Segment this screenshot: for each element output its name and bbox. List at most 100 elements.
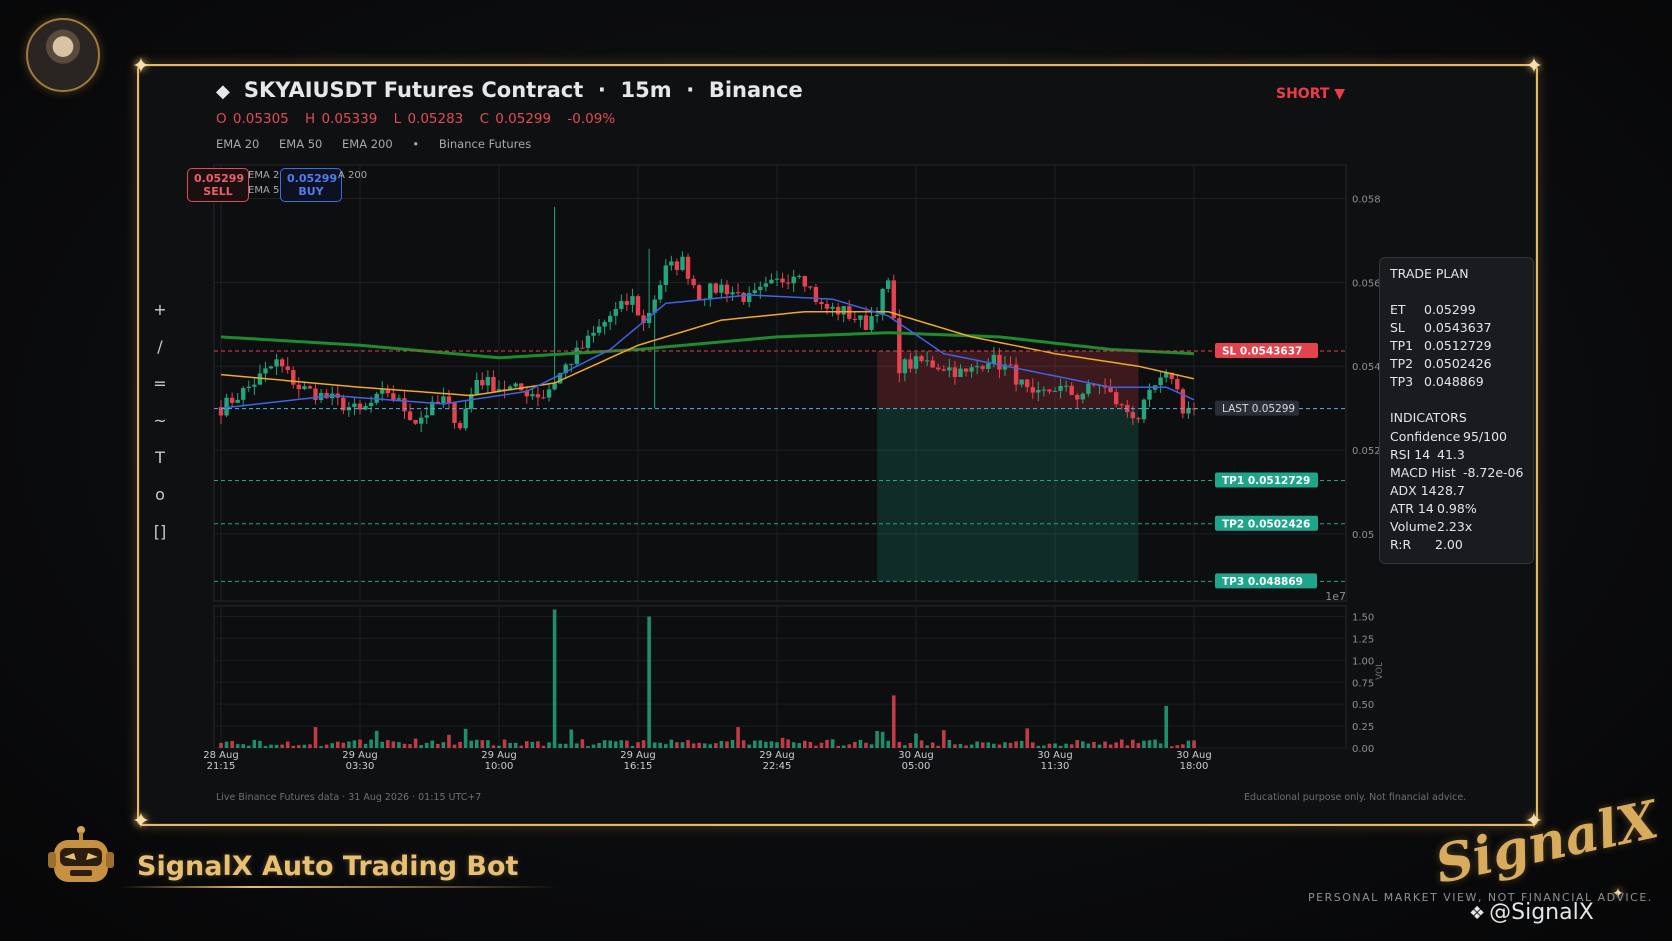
volume-bar (752, 740, 757, 748)
candle-body (980, 366, 985, 369)
candle-body (291, 369, 296, 385)
candle-body (635, 296, 641, 316)
volume-tick-label: 0.25 (1352, 722, 1374, 733)
volume-bar (1058, 745, 1063, 748)
volume-bar (552, 609, 557, 748)
candle-body (457, 423, 463, 429)
volume-bar (1064, 743, 1068, 748)
volume-bar (658, 742, 663, 748)
plan-level-et: ET 0.05299 (1390, 302, 1476, 317)
candle-body (986, 363, 991, 369)
volume-bar (664, 744, 668, 748)
volume-bar (369, 739, 373, 748)
volume-bar (374, 730, 379, 748)
candle-body (713, 283, 719, 293)
volume-bar (1003, 742, 1007, 748)
volume-bar (480, 740, 485, 748)
volume-bar (675, 742, 679, 748)
candle-body (730, 292, 735, 295)
indicator-row: Confidence 95/100 (1390, 429, 1507, 444)
candle-body (519, 383, 524, 391)
volume-bar (380, 741, 385, 748)
volume-bar (230, 740, 234, 748)
volume-bar (280, 744, 284, 748)
candle-body (252, 384, 257, 387)
candle-body (852, 318, 858, 320)
candle-body (569, 363, 574, 365)
volume-bar (1108, 744, 1113, 748)
tp2-label: TP2 0.0502426 (1222, 518, 1310, 530)
candle-body (1130, 412, 1136, 419)
sell-button[interactable]: 0.05299 SELL (187, 168, 249, 202)
candle-body (897, 318, 902, 374)
candle-body (1119, 404, 1124, 406)
volume-bar (486, 740, 490, 748)
candle-body (546, 389, 552, 398)
candle-body (785, 282, 791, 284)
volume-bar (513, 742, 518, 748)
candle-body (774, 278, 780, 280)
volume-bar (925, 745, 929, 748)
candle-body (1175, 379, 1180, 390)
volume-bar (452, 744, 457, 748)
plan-level-tp2-value: 0.0502426 (1424, 356, 1492, 371)
volume-bar (441, 742, 446, 748)
volume-bar (1097, 744, 1102, 748)
candle-body (624, 301, 630, 305)
volume-bar (853, 741, 857, 748)
time-tick-label: 16:15 (624, 761, 653, 772)
tp1-label: TP1 0.0512729 (1222, 475, 1310, 487)
candle-body (658, 285, 663, 300)
volume-bar (558, 743, 562, 748)
volume-bar (613, 741, 618, 748)
volume-bar (708, 744, 713, 748)
candle-body (780, 278, 785, 283)
plan-level-tp1: TP1 0.0512729 (1390, 338, 1492, 353)
volume-bar (1086, 743, 1091, 748)
buy-price: 0.05299 (287, 172, 338, 185)
candle-body (1036, 389, 1041, 393)
volume-bar (1119, 739, 1124, 748)
candle-body (902, 359, 908, 374)
plan-level-et-key: ET (1390, 302, 1406, 317)
volume-bar (580, 739, 585, 748)
candle-body (535, 394, 541, 398)
candle-body (513, 383, 518, 387)
candle-body (741, 292, 746, 302)
volume-bar (1008, 742, 1013, 748)
volume-bar (1186, 740, 1191, 748)
volume-bar (669, 739, 674, 748)
volume-bar (247, 745, 251, 748)
plan-level-tp3-value: 0.048869 (1424, 374, 1484, 389)
volume-bar (1081, 741, 1085, 748)
plan-level-tp1-key: TP1 (1390, 338, 1414, 353)
candle-body (246, 386, 251, 389)
disclaimer-note: Educational purpose only. Not financial … (1244, 792, 1467, 803)
volume-bar (430, 740, 435, 748)
candle-body (813, 286, 819, 303)
volume-bar (886, 740, 890, 748)
volume-bar (691, 743, 696, 748)
candle-body (819, 302, 824, 305)
volume-bar (1169, 746, 1174, 748)
candle-body (880, 288, 885, 315)
candle-body (1136, 418, 1141, 420)
candle-body (1086, 383, 1091, 394)
candle-body (841, 306, 846, 315)
volume-bar (830, 739, 835, 748)
candle-body (608, 315, 613, 322)
volume-bar (330, 743, 334, 748)
volume-bar (536, 741, 540, 748)
buy-button[interactable]: 0.05299 BUY (280, 168, 342, 202)
candle-body (680, 256, 685, 270)
volume-bar (491, 745, 496, 748)
volume-bar (508, 742, 512, 748)
volume-bar (408, 744, 412, 748)
volume-bar (1147, 740, 1152, 748)
candle-body (1069, 385, 1074, 395)
volume-tick-label: 1.00 (1352, 656, 1374, 667)
volume-bar (764, 741, 768, 748)
volume-bar (641, 740, 646, 748)
volume-bar (419, 745, 423, 748)
volume-bar (975, 741, 979, 748)
